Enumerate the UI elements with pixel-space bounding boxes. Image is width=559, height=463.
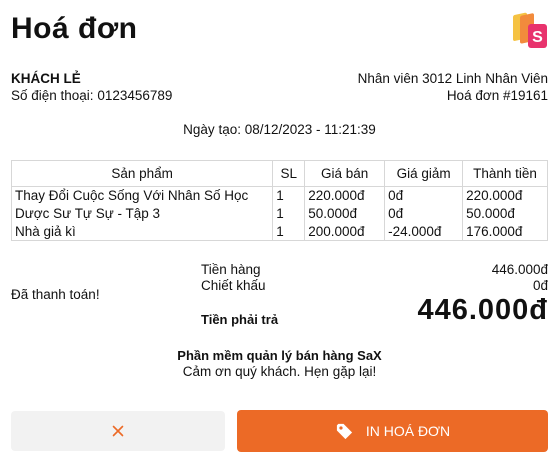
col-header-discount: Giá giảm (384, 160, 464, 187)
cell-price: 200.000đ (304, 222, 386, 241)
customer-phone: Số điện thoại: 0123456789 (11, 88, 173, 103)
col-header-amount: Thành tiền (462, 160, 548, 187)
cell-amount: 220.000đ (462, 186, 548, 205)
col-header-price: Giá bán (304, 160, 386, 187)
cancel-button[interactable] (11, 411, 225, 451)
cell-price: 220.000đ (304, 186, 386, 205)
cell-amount: 50.000đ (462, 204, 548, 223)
invoice-number: Hoá đơn #19161 (446, 88, 548, 103)
cell-discount: -24.000đ (384, 222, 464, 241)
customer-block: KHÁCH LẺ Số điện thoại: 0123456789 (11, 70, 172, 104)
cell-qty: 1 (272, 186, 306, 205)
cell-qty: 1 (272, 222, 306, 241)
tag-icon (335, 422, 354, 441)
cell-discount: 0đ (384, 204, 464, 223)
cell-product: Nhà giả kì (10, 222, 274, 241)
cell-product: Thay Đổi Cuộc Sống Với Nhân Số Học (10, 186, 274, 205)
col-header-product: Sản phẩm (10, 160, 274, 187)
table-row: Dược Sư Tự Sự - Tập 3 1 50.000đ 0đ 50.00… (10, 204, 548, 223)
total-label: Tiền phải trả (201, 312, 279, 327)
cell-price: 50.000đ (304, 204, 386, 223)
paid-status: Đã thanh toán! (11, 287, 100, 302)
subtotal-label: Tiền hàng (201, 262, 261, 277)
table-row: Nhà giả kì 1 200.000đ -24.000đ 176.000đ (10, 222, 548, 241)
col-header-qty: SL (272, 160, 306, 187)
staff-block: Nhân viên 3012 Linh Nhân Viên Hoá đơn #1… (358, 70, 548, 104)
created-date: Ngày tạo: 08/12/2023 - 11:21:39 (183, 122, 376, 137)
sax-logo-icon: S (510, 10, 548, 50)
page-title: Hoá đơn (11, 12, 138, 45)
logo-letter: S (532, 29, 543, 46)
cell-amount: 176.000đ (462, 222, 548, 241)
discount-label: Chiết khấu (201, 278, 266, 293)
cell-product: Dược Sư Tự Sự - Tập 3 (10, 204, 274, 223)
print-invoice-button[interactable]: IN HOÁ ĐƠN (237, 410, 548, 452)
discount-value: 0đ (532, 278, 548, 293)
close-icon (112, 425, 124, 437)
staff-name: Nhân viên 3012 Linh Nhân Viên (357, 71, 548, 86)
cell-qty: 1 (272, 204, 306, 223)
subtotal-value: 446.000đ (491, 262, 548, 277)
table-header-row: Sản phẩm SL Giá bán Giá giảm Thành tiền (10, 160, 548, 187)
table-row: Thay Đổi Cuộc Sống Với Nhân Số Học 1 220… (10, 186, 548, 205)
cell-discount: 0đ (384, 186, 464, 205)
customer-name: KHÁCH LẺ (11, 71, 81, 86)
print-button-label: IN HOÁ ĐƠN (365, 423, 451, 439)
items-table: Sản phẩm SL Giá bán Giá giảm Thành tiền … (10, 160, 548, 241)
footer-software-name: Phần mềm quản lý bán hàng SaX (177, 348, 382, 363)
footer-thanks: Cảm ơn quý khách. Hẹn gặp lại! (182, 364, 377, 379)
total-value: 446.000đ (417, 294, 548, 326)
